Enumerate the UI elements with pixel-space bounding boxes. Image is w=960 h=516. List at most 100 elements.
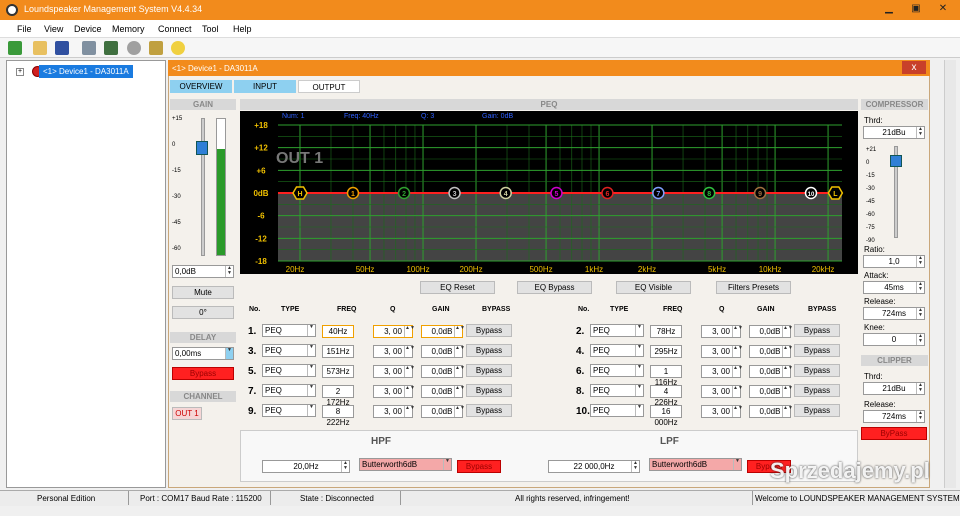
- band-type-dropdown-icon[interactable]: ▼: [635, 345, 643, 356]
- band-q-field[interactable]: 3, 00 ▲▼: [701, 365, 743, 378]
- tab-input[interactable]: INPUT: [234, 80, 296, 93]
- gain-slider-handle[interactable]: [196, 141, 208, 156]
- gear-icon[interactable]: [127, 41, 141, 55]
- band-gain-field[interactable]: 0,0dB ▲▼: [421, 385, 465, 398]
- band-q-spin-icon[interactable]: ▲▼: [404, 326, 415, 337]
- menu-device[interactable]: Device: [74, 24, 102, 34]
- band-q-spin-icon[interactable]: ▲▼: [404, 386, 415, 397]
- clip-release-spin-icon[interactable]: ▲ ▼: [916, 411, 924, 422]
- lpf-freq-field[interactable]: 22 000,0Hz ▲ ▼: [548, 460, 640, 473]
- maximize-icon[interactable]: ▣: [907, 2, 925, 16]
- band-freq-field[interactable]: 151Hz: [322, 345, 354, 358]
- band-gain-field[interactable]: 0,0dB ▲▼: [749, 345, 793, 358]
- gain-value-field[interactable]: 0,0dB ▲ ▼: [172, 265, 234, 278]
- band-gain-field[interactable]: 0,0dB ▲▼: [749, 385, 793, 398]
- tab-output[interactable]: OUTPUT: [298, 80, 360, 93]
- filters-presets-button[interactable]: Filters Presets: [716, 281, 791, 294]
- help-icon[interactable]: [171, 41, 185, 55]
- comp-thrd-field[interactable]: 21dBu ▲ ▼: [863, 126, 925, 139]
- band-type-select[interactable]: PEQ ▼: [262, 324, 316, 337]
- band-gain-field[interactable]: 0,0dB ▲▼: [749, 325, 793, 338]
- band-type-select[interactable]: PEQ ▼: [262, 404, 316, 417]
- band-type-dropdown-icon[interactable]: ▼: [307, 365, 315, 376]
- band-type-dropdown-icon[interactable]: ▼: [307, 345, 315, 356]
- band-q-field[interactable]: 3, 00 ▲▼: [373, 405, 415, 418]
- comp-ratio-spin-icon[interactable]: ▲ ▼: [916, 256, 924, 267]
- hpf-spin-icon[interactable]: ▲ ▼: [341, 461, 349, 472]
- vertical-scrollbar[interactable]: [944, 60, 956, 488]
- comp-knee-spin-icon[interactable]: ▲ ▼: [916, 334, 924, 345]
- band-q-spin-icon[interactable]: ▲▼: [732, 366, 743, 377]
- band-q-field[interactable]: 3, 00 ▲▼: [373, 385, 415, 398]
- band-q-field[interactable]: 3, 00 ▲▼: [701, 385, 743, 398]
- band-gain-spin-icon[interactable]: ▲▼: [782, 406, 793, 417]
- comp-slider-handle[interactable]: [890, 155, 902, 168]
- band-bypass-button[interactable]: Bypass: [794, 364, 840, 377]
- close-icon[interactable]: ✕: [934, 2, 952, 16]
- band-q-field[interactable]: 3, 00 ▲▼: [373, 365, 415, 378]
- band-type-select[interactable]: PEQ ▼: [590, 364, 644, 377]
- clip-release-field[interactable]: 724ms ▲ ▼: [863, 410, 925, 423]
- band-gain-field[interactable]: 0,0dB ▲▼: [421, 365, 465, 378]
- band-type-select[interactable]: PEQ ▼: [262, 384, 316, 397]
- band-bypass-button[interactable]: Bypass: [466, 344, 512, 357]
- eq-reset-button[interactable]: EQ Reset: [420, 281, 495, 294]
- clipper-bypass-button[interactable]: ByPass: [861, 427, 927, 440]
- menu-help[interactable]: Help: [233, 24, 252, 34]
- band-bypass-button[interactable]: Bypass: [794, 324, 840, 337]
- band-gain-field[interactable]: 0,0dB ▲▼: [749, 405, 793, 418]
- band-gain-spin-icon[interactable]: ▲▼: [782, 326, 793, 337]
- tab-overview[interactable]: OVERVIEW: [170, 80, 232, 93]
- band-q-field[interactable]: 3, 00 ▲▼: [373, 325, 415, 338]
- hpf-type-select[interactable]: Butterworth6dB ▼: [359, 458, 452, 471]
- band-gain-spin-icon[interactable]: ▲▼: [454, 346, 465, 357]
- band-freq-field[interactable]: 8 222Hz: [322, 405, 354, 427]
- device-icon[interactable]: [82, 41, 96, 55]
- band-bypass-button[interactable]: Bypass: [794, 404, 840, 417]
- band-bypass-button[interactable]: Bypass: [466, 404, 512, 417]
- menu-connect[interactable]: Connect: [158, 24, 192, 34]
- eq-bypass-button[interactable]: EQ Bypass: [517, 281, 592, 294]
- band-bypass-button[interactable]: Bypass: [794, 344, 840, 357]
- minimize-icon[interactable]: ▁: [880, 2, 898, 16]
- band-type-dropdown-icon[interactable]: ▼: [635, 365, 643, 376]
- band-gain-field[interactable]: 0,0dB ▲▼: [421, 345, 465, 358]
- band-q-spin-icon[interactable]: ▲▼: [732, 386, 743, 397]
- delay-bypass-button[interactable]: Bypass: [172, 367, 234, 380]
- menu-tool[interactable]: Tool: [202, 24, 219, 34]
- band-freq-field[interactable]: 78Hz: [650, 325, 682, 338]
- comp-release-field[interactable]: 724ms ▲ ▼: [863, 307, 925, 320]
- band-freq-field[interactable]: 1 116Hz: [650, 365, 682, 387]
- band-q-spin-icon[interactable]: ▲▼: [404, 406, 415, 417]
- band-q-field[interactable]: 3, 00 ▲▼: [373, 345, 415, 358]
- gain-slider-track[interactable]: [201, 118, 205, 256]
- band-type-select[interactable]: PEQ ▼: [590, 324, 644, 337]
- gain-spin-icon[interactable]: ▲ ▼: [225, 266, 233, 277]
- comp-attack-spin-icon[interactable]: ▲ ▼: [916, 282, 924, 293]
- band-type-dropdown-icon[interactable]: ▼: [307, 405, 315, 416]
- band-type-select[interactable]: PEQ ▼: [590, 344, 644, 357]
- band-gain-field[interactable]: 0,0dB ▲▼: [749, 365, 793, 378]
- band-freq-field[interactable]: 40Hz: [322, 325, 354, 338]
- tree-item-device1[interactable]: <1> Device1 - DA3011A: [39, 65, 133, 78]
- comp-ratio-field[interactable]: 1,0 ▲ ▼: [863, 255, 925, 268]
- band-gain-spin-icon[interactable]: ▲▼: [454, 386, 465, 397]
- band-freq-field[interactable]: 573Hz: [322, 365, 354, 378]
- band-freq-field[interactable]: 16 000Hz: [650, 405, 682, 427]
- band-type-select[interactable]: PEQ ▼: [590, 404, 644, 417]
- band-freq-field[interactable]: 4 226Hz: [650, 385, 682, 407]
- menu-memory[interactable]: Memory: [112, 24, 145, 34]
- band-q-field[interactable]: 3, 00 ▲▼: [701, 345, 743, 358]
- menu-view[interactable]: View: [44, 24, 63, 34]
- band-type-select[interactable]: PEQ ▼: [262, 344, 316, 357]
- band-q-field[interactable]: 3, 00 ▲▼: [701, 325, 743, 338]
- tools-icon[interactable]: [149, 41, 163, 55]
- band-type-dropdown-icon[interactable]: ▼: [307, 385, 315, 396]
- band-type-dropdown-icon[interactable]: ▼: [307, 325, 315, 336]
- band-freq-field[interactable]: 2 172Hz: [322, 385, 354, 407]
- band-bypass-button[interactable]: Bypass: [466, 364, 512, 377]
- lpf-dropdown-icon[interactable]: ▼: [733, 459, 741, 470]
- expand-icon[interactable]: +: [16, 68, 24, 76]
- band-type-select[interactable]: PEQ ▼: [590, 384, 644, 397]
- hpf-dropdown-icon[interactable]: ▼: [443, 459, 451, 470]
